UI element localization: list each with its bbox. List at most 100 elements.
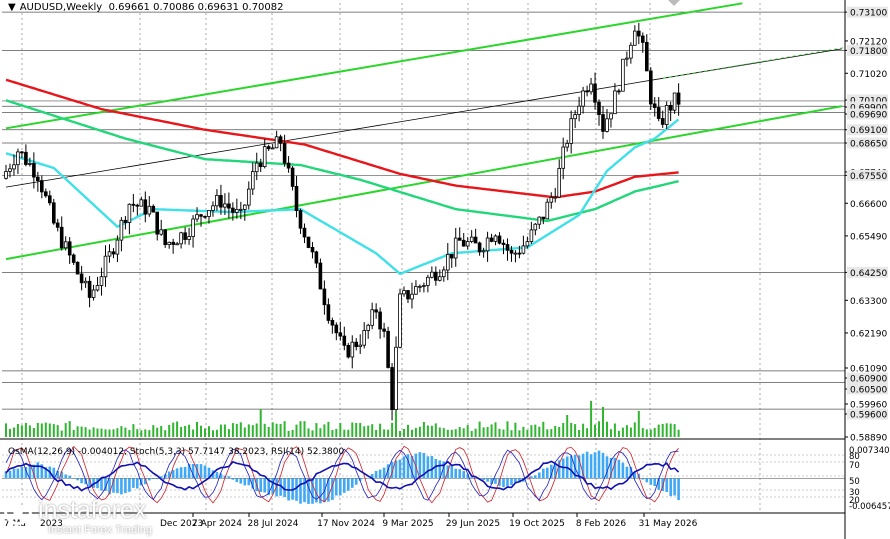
osma-bar — [458, 469, 461, 479]
candle-body — [55, 222, 60, 228]
candle-body — [549, 196, 554, 203]
volume-bar — [470, 431, 473, 437]
candle-body — [227, 203, 231, 209]
volume-bar — [331, 430, 334, 437]
candle-body — [326, 304, 331, 321]
price-tick: 0.60900 — [845, 372, 888, 385]
osma-bar — [546, 467, 549, 479]
candle-body — [254, 162, 259, 173]
volume-bar — [196, 421, 198, 437]
candle-body — [601, 114, 605, 132]
candle-body — [513, 252, 518, 255]
volume-bar — [279, 423, 282, 437]
osma-bar — [36, 462, 40, 479]
candle-body — [242, 204, 247, 210]
candle-body — [430, 271, 434, 278]
volume-bar — [184, 426, 187, 437]
symbol-dropdown-icon[interactable]: ▼ — [8, 2, 16, 13]
candle-body — [609, 113, 613, 120]
candle-body — [298, 210, 303, 229]
volume-bar — [582, 423, 585, 437]
ohlc-readout: 0.69661 0.70086 0.69631 0.70082 — [108, 2, 284, 13]
volume-bar — [32, 428, 35, 437]
candle-body — [16, 151, 20, 166]
indicator-tick-label: 70 — [849, 461, 860, 471]
volume-bar — [347, 429, 350, 437]
candle-body — [183, 232, 187, 240]
candle-body — [24, 151, 28, 165]
candle-body — [362, 330, 366, 346]
volume-bar — [649, 429, 652, 437]
volume-bar — [323, 424, 326, 437]
candle-body — [422, 285, 426, 287]
price-tick: 0.60500 — [845, 383, 888, 396]
osma-bar — [136, 478, 139, 489]
price-tick: 0.58890 — [845, 434, 887, 444]
volume-bar — [52, 424, 55, 437]
candle-body — [151, 205, 156, 213]
osma-bar — [307, 478, 310, 504]
candle-body — [79, 273, 84, 284]
candle-body — [350, 341, 355, 358]
price-tick-label: 0.68650 — [850, 139, 887, 149]
candle-body — [103, 255, 108, 278]
candle-body — [358, 344, 362, 348]
volume-bar — [172, 422, 175, 437]
candle-body — [219, 194, 223, 208]
candle-body — [139, 199, 144, 207]
osma-bar — [645, 478, 649, 483]
volume-bar — [287, 430, 290, 437]
osma-bar — [402, 456, 406, 479]
candle-body — [593, 83, 597, 103]
volume-bar — [379, 423, 382, 437]
time-tick-label: 31 May 2026 — [639, 519, 698, 529]
osma-bar — [665, 478, 668, 492]
osma-bar — [510, 478, 513, 485]
candle-body — [342, 335, 347, 346]
volume-bar — [80, 426, 83, 437]
instaforex-logo-icon — [4, 496, 32, 525]
candle-body — [246, 188, 251, 206]
volume-bar — [514, 422, 517, 437]
price-tick-label: 0.60900 — [850, 375, 887, 385]
candle-body — [258, 162, 263, 168]
osma-bar — [152, 478, 155, 479]
candle-body — [645, 42, 649, 72]
volume-bar — [395, 411, 397, 437]
volume-bar — [48, 423, 51, 437]
osma-bar — [124, 478, 127, 493]
candle-body — [286, 162, 291, 169]
volume-bar — [283, 421, 286, 437]
osma-bar — [502, 478, 505, 488]
time-tick-label: 9 Mar 2025 — [382, 519, 433, 529]
candle-body — [505, 244, 510, 251]
osma-bar — [231, 478, 235, 480]
candle-body — [250, 171, 255, 190]
volume-bar — [144, 429, 147, 437]
candle-body — [4, 171, 8, 179]
volume-bar — [610, 429, 612, 437]
osma-bar — [398, 459, 402, 479]
volume-bar — [104, 429, 107, 437]
volume-bar — [566, 415, 569, 437]
candle-body — [262, 146, 267, 168]
volume-bar — [411, 429, 413, 437]
price-tick-label: 0.69690 — [850, 111, 887, 121]
candle-body — [290, 167, 295, 187]
time-tick-label-partial: Dec 2023 — [160, 519, 203, 529]
volume-bar — [176, 421, 179, 437]
candle-body — [441, 269, 446, 278]
candle-body — [374, 309, 378, 313]
volume-bar — [72, 429, 75, 437]
osma-bar — [68, 475, 71, 479]
candle-body — [48, 195, 52, 204]
volume-bar — [13, 427, 15, 437]
volume-bar — [538, 426, 541, 437]
osma-bar — [641, 478, 645, 480]
candle-body — [573, 114, 577, 120]
candle-body — [394, 346, 398, 410]
price-tick: 0.71800 — [845, 44, 888, 57]
volume-bar — [613, 423, 616, 437]
volume-bar — [450, 429, 453, 437]
volume-bar — [100, 428, 103, 437]
